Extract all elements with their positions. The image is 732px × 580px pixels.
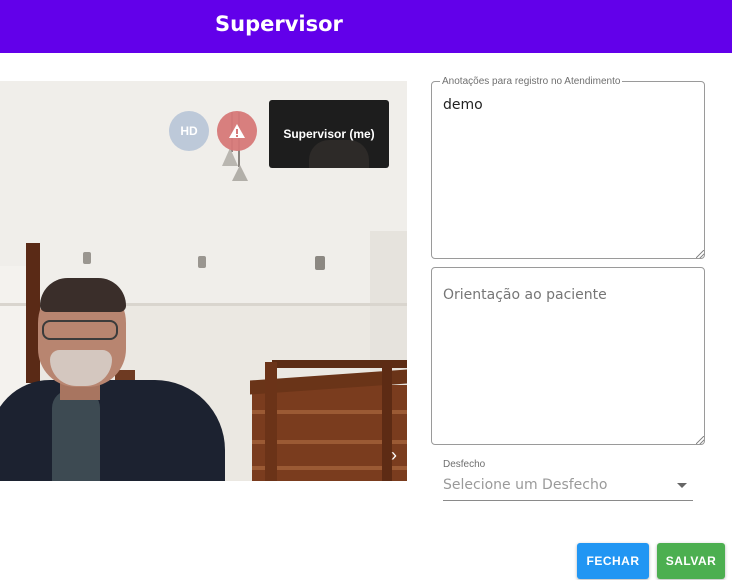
notes-value[interactable]: demo [443,97,483,113]
warning-triangle-icon[interactable] [217,111,257,151]
outcome-label: Desfecho [443,459,486,470]
outcome-select[interactable]: Selecione um Desfecho [443,474,693,501]
orientation-resize-handle[interactable] [696,436,704,444]
notes-label: Anotações para registro no Atendimento [440,76,623,87]
chevron-right-icon[interactable]: › [386,445,402,465]
app-header: Supervisor [0,0,732,53]
save-button[interactable]: SALVAR [657,543,725,579]
hd-quality-badge[interactable]: HD [169,111,209,151]
self-view-label: Supervisor (me) [283,127,375,141]
close-button[interactable]: FECHAR [577,543,649,579]
notes-resize-handle[interactable] [696,250,704,258]
outcome-placeholder: Selecione um Desfecho [443,477,608,493]
page-title: Supervisor [215,12,343,36]
self-view-tile[interactable]: Supervisor (me) [269,100,389,168]
chevron-down-icon [677,483,687,488]
orientation-placeholder: Orientação ao paciente [443,287,607,303]
